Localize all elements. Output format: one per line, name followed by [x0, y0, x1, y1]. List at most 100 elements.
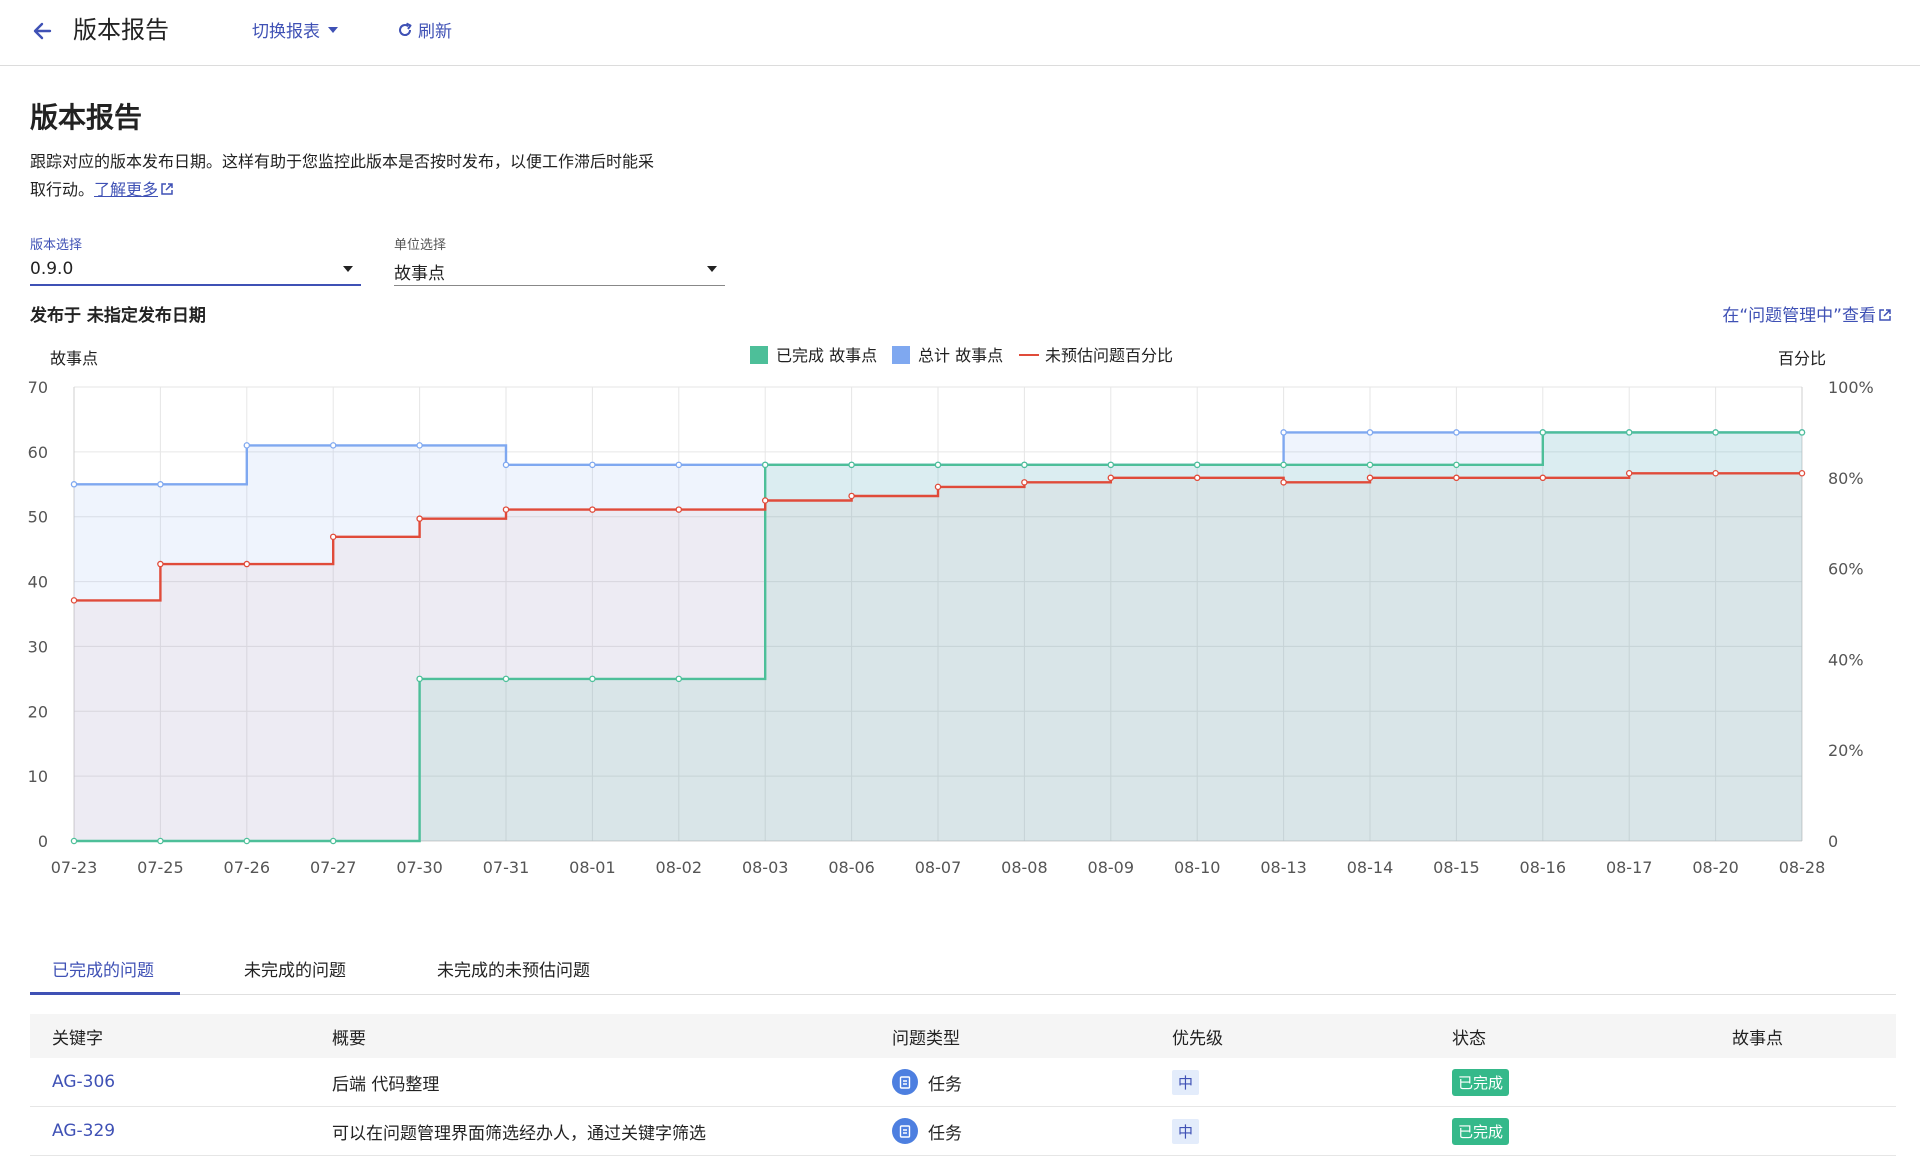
x-tick-label: 07-30	[396, 858, 443, 877]
completed-points-point	[1712, 429, 1719, 436]
y2-tick-label: 20%	[1828, 741, 1864, 760]
completed-points-point	[1625, 429, 1633, 436]
total-points-point	[243, 442, 251, 449]
x-tick-label: 08-03	[742, 858, 789, 877]
external-link-icon	[161, 183, 173, 195]
unestimated-percent-point	[1712, 470, 1719, 477]
version-select-value: 0.9.0	[30, 259, 74, 279]
unestimated-percent-point	[1453, 474, 1460, 482]
completed-points-point	[761, 461, 769, 469]
x-tick-label: 07-31	[483, 858, 530, 877]
unestimated-percent-point	[1625, 470, 1633, 477]
x-tick-label: 08-07	[915, 858, 962, 877]
table-row: AG-329 可以在问题管理界面筛选经办人，通过关键字筛选 任务 中 已完成	[30, 1107, 1896, 1156]
unestimated-percent-point	[1366, 474, 1374, 482]
issue-status: 已完成	[1452, 1107, 1510, 1155]
completed-points-point	[589, 675, 596, 683]
unestimated-percent-point	[157, 560, 164, 568]
tab-incomplete-unestimated-issues[interactable]: 未完成的未预估问题	[437, 956, 590, 981]
version-report-chart: 0 10 20 30 40 50 60 70 07-23 07-25 07-26 07-27 07-30…	[0, 335, 1920, 895]
total-points-point	[502, 461, 510, 469]
completed-points-point	[157, 837, 164, 845]
refresh-label: 刷新	[418, 22, 452, 42]
legend-swatch-completed	[750, 346, 768, 364]
version-select[interactable]: 版本选择 0.9.0	[30, 234, 361, 286]
tab-completed-issues[interactable]: 已完成的问题	[52, 956, 154, 981]
issue-status: 已完成	[1452, 1058, 1510, 1106]
select-underline	[30, 284, 361, 286]
y2-tick-label: 100%	[1828, 378, 1874, 397]
x-tick-label: 08-16	[1520, 858, 1567, 877]
learn-more-link[interactable]: 了解更多	[94, 180, 158, 199]
total-points-point	[416, 442, 423, 449]
status-badge: 已完成	[1452, 1117, 1510, 1145]
total-points-point	[1366, 429, 1374, 436]
total-points-point	[157, 481, 164, 488]
unestimated-percent-point	[848, 492, 855, 500]
x-tick-label: 08-10	[1174, 858, 1221, 877]
unestimated-percent-point	[1798, 470, 1806, 477]
y-tick-label: 20	[28, 702, 48, 721]
switch-report-button[interactable]: 切换报表	[252, 17, 338, 42]
issue-type-label: 任务	[928, 1123, 962, 1144]
select-underline	[394, 285, 725, 286]
back-arrow-icon[interactable]	[28, 16, 58, 46]
issue-summary: 可以在问题管理界面筛选经办人，通过关键字筛选	[332, 1123, 706, 1144]
release-info: 发布于 未指定发布日期	[30, 306, 206, 326]
total-points-point	[70, 481, 78, 488]
issue-priority: 中	[1172, 1107, 1200, 1155]
page-description: 跟踪对应的版本发布日期。这样有助于您监控此版本是否按时发布，以便工作滞后时能采 …	[30, 148, 730, 204]
x-tick-label: 08-01	[569, 858, 616, 877]
unestimated-percent-point	[1021, 479, 1028, 486]
issue-type: 任务	[892, 1058, 962, 1106]
y-tick-label: 30	[28, 637, 48, 656]
completed-points-point	[934, 461, 942, 469]
refresh-button[interactable]: 刷新	[396, 17, 452, 42]
unestimated-percent-point	[502, 506, 510, 513]
task-icon	[892, 1118, 918, 1144]
issue-key-link[interactable]: AG-329	[52, 1107, 115, 1155]
right-axis-title: 百分比	[1778, 349, 1826, 368]
completed-points-point	[502, 675, 510, 683]
issue-key-link[interactable]: AG-306	[52, 1058, 115, 1106]
description-line-1: 跟踪对应的版本发布日期。这样有助于您监控此版本是否按时发布，以便工作滞后时能采	[30, 152, 655, 171]
unit-select-value: 故事点	[394, 264, 445, 284]
completed-points-point	[243, 837, 251, 845]
unit-select[interactable]: 单位选择 故事点	[394, 234, 725, 286]
tab-incomplete-issues[interactable]: 未完成的问题	[244, 956, 346, 981]
y-tick-label: 40	[28, 573, 48, 592]
view-in-issue-management-label: 在“问题管理中”查看	[1722, 306, 1876, 326]
x-tick-label: 07-27	[310, 858, 357, 877]
unestimated-percent-point	[1539, 474, 1547, 482]
external-link-icon	[1879, 309, 1891, 321]
completed-points-point	[1193, 461, 1201, 469]
active-tab-indicator	[30, 992, 180, 995]
total-points-point	[589, 461, 596, 469]
completed-points-point	[1280, 461, 1287, 469]
y-tick-label: 10	[28, 767, 48, 786]
x-tick-label: 08-06	[828, 858, 875, 877]
description-line-2: 取行动。	[30, 180, 95, 199]
unestimated-percent-point	[589, 506, 596, 513]
issues-table: 关键字 概要 问题类型 优先级 状态 故事点 AG-306 后端 代码整理 任务…	[30, 1014, 1896, 1156]
legend-label-unestimated: 未预估问题百分比	[1045, 346, 1173, 365]
page-title: 版本报告	[30, 101, 143, 134]
priority-badge: 中	[1172, 1118, 1200, 1144]
unestimated-percent-point	[1193, 474, 1201, 482]
view-in-issue-management-link[interactable]: 在“问题管理中”查看	[1722, 301, 1892, 326]
completed-points-point	[1021, 461, 1028, 469]
y2-tick-label: 80%	[1828, 469, 1864, 488]
completed-points-point	[1539, 429, 1547, 436]
completed-points-point	[416, 675, 423, 683]
unestimated-percent-point	[934, 483, 942, 491]
x-tick-label: 07-25	[137, 858, 184, 877]
unestimated-percent-point	[70, 597, 78, 604]
chart-svg: 0 10 20 30 40 50 60 70 07-23 07-25 07-26 07-27 07-30…	[28, 346, 1874, 877]
unestimated-percent-point	[1107, 474, 1115, 482]
completed-points-point	[848, 461, 855, 469]
unestimated-percent-point	[1280, 479, 1287, 486]
completed-points-point	[1366, 461, 1374, 469]
issue-type-label: 任务	[928, 1074, 962, 1095]
x-tick-label: 08-17	[1606, 858, 1653, 877]
x-tick-label: 08-13	[1260, 858, 1307, 877]
